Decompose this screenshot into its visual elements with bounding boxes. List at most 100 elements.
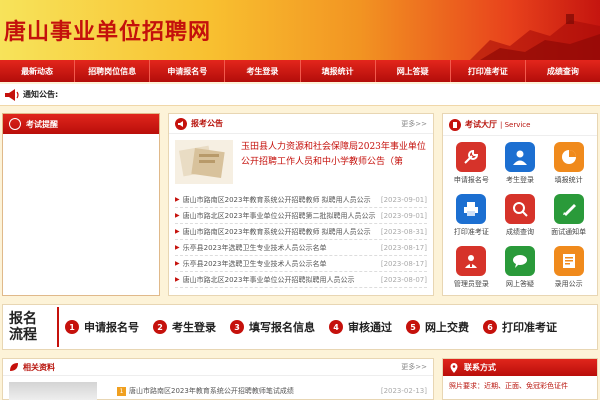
nav-print-ticket[interactable]: 打印准考证 xyxy=(451,60,526,82)
announcement-title: 报考公告 xyxy=(191,119,223,128)
publish-icon xyxy=(553,246,584,276)
contact-panel: 联系方式 照片要求：近期、正面、免冠彩色证件 xyxy=(442,358,598,400)
list-item-date: [2023-02-13] xyxy=(380,387,427,395)
site-header: 唐山事业单位招聘网 xyxy=(0,0,600,60)
exam-hall-title: 考试大厅 xyxy=(465,120,497,129)
hall-statistics-button[interactable]: 填报统计 xyxy=(544,142,593,192)
user-icon xyxy=(504,142,535,172)
process-step: 5 网上交费 xyxy=(406,319,469,335)
hall-apply-number-button[interactable]: 申请报名号 xyxy=(447,142,496,192)
nav-statistics[interactable]: 填报统计 xyxy=(301,60,376,82)
list-item-title: 乐亭县2023年选聘卫生专业技术人员公示名单 xyxy=(182,243,327,252)
step-label: 审核通过 xyxy=(348,321,392,334)
list-item[interactable]: ▶ 唐山市路北区2023年事业单位公开招聘第二批拟聘用人员公示 [2023-09-0… xyxy=(175,208,427,224)
pie-chart-icon xyxy=(553,142,584,172)
location-pin-icon xyxy=(450,362,458,373)
step-number: 5 xyxy=(406,320,420,334)
exam-hall-header: 考试大厅 | Service xyxy=(443,114,597,136)
process-title: 报名 流程 xyxy=(3,307,59,347)
nav-online-qa[interactable]: 网上答疑 xyxy=(376,60,451,82)
hall-item-label: 管理员登录 xyxy=(453,280,489,288)
notice-bar: 通知公告: xyxy=(0,84,600,106)
step-number: 4 xyxy=(329,320,343,334)
rank-badge: 1 xyxy=(117,386,126,396)
hall-online-qa-button[interactable]: 网上答疑 xyxy=(496,246,545,296)
exam-hall-subtitle: | Service xyxy=(500,120,531,129)
list-item-date: [2023-08-07] xyxy=(380,275,427,284)
nav-candidate-login[interactable]: 考生登录 xyxy=(225,60,301,82)
list-item[interactable]: 1 唐山市路南区2023年教育系统公开招聘教师笔试成绩 [2023-02-13] xyxy=(3,376,433,400)
notice-label: 通知公告: xyxy=(23,90,59,99)
nav-latest-news[interactable]: 最新动态 xyxy=(0,60,76,82)
announcement-panel: 报考公告 更多>> 玉田县人力资源和社会保障局2023年事业单位公开招聘工作人员… xyxy=(168,113,434,296)
step-label: 填写报名信息 xyxy=(249,321,315,334)
bullet-icon: ▶ xyxy=(175,228,180,235)
bullet-icon: ▶ xyxy=(175,244,180,251)
admin-icon xyxy=(456,246,487,276)
clock-icon xyxy=(9,118,21,130)
related-title: 相关资料 xyxy=(23,362,55,372)
announcement-more-link[interactable]: 更多>> xyxy=(401,119,427,129)
exam-reminder-panel: 考试提醒 xyxy=(2,113,160,296)
contact-title: 联系方式 xyxy=(464,363,496,372)
hall-interview-notice-button[interactable]: 面试通知单 xyxy=(544,194,593,244)
list-item[interactable]: ▶ 唐山市路南区2023年教育系统公开招聘教师 拟聘用人员公示 [2023-08-3… xyxy=(175,224,427,240)
process-title-line2: 流程 xyxy=(9,327,37,343)
list-item-date: [2023-08-17] xyxy=(380,243,427,252)
step-label: 考生登录 xyxy=(172,321,216,334)
list-item-title: 唐山市路南区2023年教育系统公开招聘教师笔试成绩 xyxy=(129,387,294,395)
bullet-icon: ▶ xyxy=(175,276,180,283)
hall-candidate-login-button[interactable]: 考生登录 xyxy=(496,142,545,192)
step-label: 打印准考证 xyxy=(502,321,557,334)
hall-print-ticket-button[interactable]: 打印准考证 xyxy=(447,194,496,244)
step-number: 3 xyxy=(230,320,244,334)
step-number: 6 xyxy=(483,320,497,334)
list-item-title: 唐山市路北区2023年事业单位公开招聘拟聘用人员公示 xyxy=(182,275,355,284)
main-nav: 最新动态 招聘岗位信息 申请报名号 考生登录 填报统计 网上答疑 打印准考证 成… xyxy=(0,60,600,82)
step-label: 网上交费 xyxy=(425,321,469,334)
hall-item-label: 考生登录 xyxy=(505,176,534,184)
nav-apply-number[interactable]: 申请报名号 xyxy=(150,60,226,82)
list-item-title: 唐山市路南区2023年教育系统公开招聘教师 拟聘用人员公示 xyxy=(182,195,371,204)
process-step: 4 审核通过 xyxy=(329,319,392,335)
featured-announcement-text: 玉田县人力资源和社会保障局2023年事业单位公开招聘工作人员和中小学教师公告（第 xyxy=(241,142,426,167)
contact-text: 照片要求：近期、正面、免冠彩色证件 xyxy=(449,382,568,390)
list-item[interactable]: ▶ 唐山市路北区2023年事业单位公开招聘拟聘用人员公示 [2023-08-07] xyxy=(175,272,427,288)
site-title: 唐山事业单位招聘网 xyxy=(4,19,212,45)
search-icon xyxy=(504,194,535,224)
wrench-icon xyxy=(456,142,487,172)
process-step: 6 打印准考证 xyxy=(483,319,557,335)
hall-item-label: 打印准考证 xyxy=(453,228,489,236)
nav-score-query[interactable]: 成绩查询 xyxy=(526,60,600,82)
list-item[interactable]: ▶ 乐亭县2023年选聘卫生专业技术人员公示名单 [2023-08-17] xyxy=(175,256,427,272)
hall-hire-publish-button[interactable]: 录用公示 xyxy=(544,246,593,296)
nav-job-info[interactable]: 招聘岗位信息 xyxy=(75,60,151,82)
bullet-icon: ▶ xyxy=(175,260,180,267)
speaker-icon xyxy=(175,117,187,130)
list-item-title: 唐山市路北区2023年事业单位公开招聘第二批拟聘用人员公示 xyxy=(182,211,376,220)
exam-hall-grid: 申请报名号 考生登录 填报统计 打印准考证 成绩查询 面试通知单 管理员登录 网… xyxy=(443,136,597,296)
hall-admin-login-button[interactable]: 管理员登录 xyxy=(447,246,496,296)
step-number: 1 xyxy=(65,320,79,334)
notice-icon xyxy=(553,194,584,224)
chat-icon xyxy=(504,246,535,276)
process-step: 3 填写报名信息 xyxy=(230,319,315,335)
related-more-link[interactable]: 更多>> xyxy=(401,362,427,372)
featured-announcement[interactable]: 玉田县人力资源和社会保障局2023年事业单位公开招聘工作人员和中小学教师公告（第 xyxy=(169,134,433,192)
related-materials-panel: 相关资料 更多>> 1 唐山市路南区2023年教育系统公开招聘教师笔试成绩 [2… xyxy=(2,358,434,400)
list-item[interactable]: ▶ 唐山市路南区2023年教育系统公开招聘教师 拟聘用人员公示 [2023-09-0… xyxy=(175,192,427,208)
hall-item-label: 面试通知单 xyxy=(551,228,587,236)
hall-item-label: 录用公示 xyxy=(554,280,583,288)
hall-score-query-button[interactable]: 成绩查询 xyxy=(496,194,545,244)
bullet-icon: ▶ xyxy=(175,196,180,203)
step-number: 2 xyxy=(153,320,167,334)
hall-item-label: 申请报名号 xyxy=(453,176,489,184)
announcement-list: ▶ 唐山市路南区2023年教育系统公开招聘教师 拟聘用人员公示 [2023-09-0… xyxy=(169,192,433,288)
list-item-date: [2023-08-17] xyxy=(380,259,427,268)
announcement-header: 报考公告 更多>> xyxy=(169,114,433,134)
list-item[interactable]: ▶ 乐亭县2023年选聘卫生专业技术人员公示名单 [2023-08-17] xyxy=(175,240,427,256)
contact-header: 联系方式 xyxy=(443,359,597,376)
list-item-title: 乐亭县2023年选聘卫生专业技术人员公示名单 xyxy=(182,259,327,268)
related-header: 相关资料 更多>> xyxy=(3,359,433,376)
megaphone-icon xyxy=(5,88,19,101)
